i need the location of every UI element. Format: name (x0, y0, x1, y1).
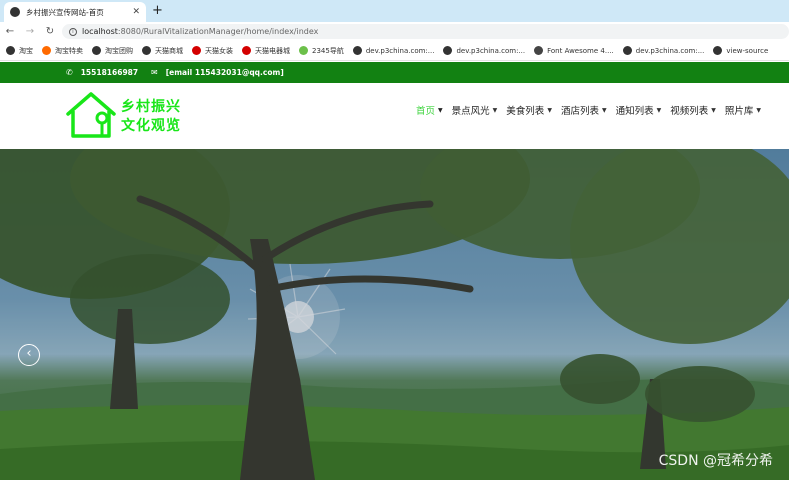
hero-banner: ‹ CSDN @冠希分希 (0, 149, 789, 480)
bookmark-favicon-icon (242, 46, 251, 55)
globe-icon (10, 7, 20, 17)
nav-item[interactable]: 通知列表 ▼ (616, 103, 662, 117)
bookmark-item[interactable]: view-source (713, 46, 768, 55)
bookmark-item[interactable]: dev.p3china.com:... (352, 46, 435, 55)
bookmark-favicon-icon (534, 46, 544, 55)
chevron-down-icon: ▼ (711, 106, 716, 114)
nav-item-label: 通知列表 (615, 106, 654, 117)
url-path: :8080/RuralVitalizationManager/home/inde… (117, 27, 319, 36)
site-header: 乡村振兴 文化观览 首页 ▼ 景点风光 ▼ 美食列表 ▼ 酒店列表 ▼ 通知列表 ▼ 视频列表 ▼ 照片… (0, 83, 789, 149)
bookmark-item[interactable]: 天猫商城 (142, 46, 183, 56)
bookmark-favicon-icon (443, 46, 453, 55)
back-arrow-icon[interactable]: ← (0, 26, 20, 37)
info-icon[interactable]: i (69, 27, 77, 36)
tab-title: 乡村振兴宣传网站-首页 (26, 7, 104, 17)
nav-item-label: 美食列表 (506, 106, 545, 117)
chevron-down-icon: ▼ (547, 106, 552, 114)
bookmark-favicon-icon (713, 46, 723, 55)
bookmark-favicon-icon (352, 46, 362, 55)
bookmark-item[interactable]: dev.p3china.com:... (443, 46, 525, 55)
chevron-down-icon: ▼ (438, 106, 443, 114)
bookmark-label: dev.p3china.com:... (456, 46, 526, 55)
email-contact: ✉ [email 115432031@qq.com] (151, 62, 284, 83)
bookmark-favicon-icon (299, 46, 308, 55)
chevron-down-icon: ▼ (656, 106, 662, 114)
logo-line-1: 乡村振兴 (121, 99, 181, 115)
bookmark-label: 淘宝团购 (105, 46, 133, 55)
nav-item[interactable]: 视频列表 ▼ (670, 103, 716, 117)
bookmark-favicon-icon (192, 46, 201, 55)
chevron-down-icon: ▼ (601, 106, 607, 114)
new-tab-button[interactable]: + (152, 3, 163, 19)
phone-number: 15518166987 (80, 68, 139, 77)
chevron-down-icon: ▼ (492, 106, 498, 114)
bookmark-item[interactable]: 天猫女装 (192, 46, 233, 56)
forward-arrow-icon[interactable]: → (20, 26, 40, 37)
envelope-icon: ✉ (151, 68, 158, 77)
bookmark-label: dev.p3china.com:... (635, 46, 705, 55)
nav-item[interactable]: 首页 ▼ (416, 103, 443, 117)
bookmark-label: view-source (726, 46, 769, 55)
url-host: localhost (82, 27, 118, 36)
close-icon[interactable]: ✕ (132, 7, 140, 17)
bookmark-label: 2345导航 (312, 46, 344, 55)
bookmark-favicon-icon (142, 46, 151, 55)
bookmarks-bar: 淘宝 淘宝特卖 淘宝团购 天猫商城 天猫女装 天猫电器城 2345导航 dev.p3china… (0, 41, 789, 61)
bookmark-item[interactable]: 天猫电器城 (242, 46, 290, 56)
bookmark-label: dev.p3china.com:... (365, 46, 435, 55)
browser-tab[interactable]: 乡村振兴宣传网站-首页 ✕ (4, 2, 146, 22)
nav-item[interactable]: 照片库 ▼ (725, 103, 761, 117)
nav-item-label: 视频列表 (670, 106, 709, 117)
url-field[interactable]: i localhost:8080/RuralVitalizationManage… (62, 24, 789, 39)
nav-item[interactable]: 景点风光 ▼ (452, 103, 498, 117)
chevron-down-icon: ▼ (756, 106, 761, 114)
browser-tab-strip: 乡村振兴宣传网站-首页 ✕ + (0, 0, 789, 22)
bookmark-label: 天猫女装 (205, 46, 233, 55)
bookmark-favicon-icon (42, 46, 51, 55)
bookmark-item[interactable]: Font Awesome 4.... (534, 46, 614, 55)
contact-topbar: ✆ 15518166987 ✉ [email 115432031@qq.com] (0, 62, 789, 83)
bookmark-favicon-icon (622, 46, 632, 55)
bookmark-label: 淘宝 (19, 46, 33, 55)
logo-line-2: 文化观览 (121, 118, 181, 134)
phone-icon: ✆ (66, 68, 73, 77)
hero-overlay (0, 149, 789, 480)
bookmark-item[interactable]: 2345导航 (299, 46, 344, 56)
reload-icon[interactable]: ↻ (40, 26, 60, 37)
address-bar-row: ← → ↻ i localhost:8080/RuralVitalization… (0, 22, 789, 41)
phone-contact: ✆ 15518166987 (66, 62, 138, 83)
nav-item-label: 酒店列表 (560, 106, 599, 117)
nav-item-label: 照片库 (724, 106, 754, 117)
bookmark-item[interactable]: 淘宝特卖 (42, 46, 83, 56)
bookmark-item[interactable]: 淘宝 (6, 46, 33, 56)
bookmark-item[interactable]: 淘宝团购 (92, 46, 133, 56)
bookmark-label: 天猫电器城 (255, 46, 290, 55)
watermark-text: CSDN @冠希分希 (658, 453, 773, 469)
bookmark-label: Font Awesome 4.... (547, 46, 614, 55)
house-logo-icon[interactable] (64, 90, 118, 140)
nav-item-label: 景点风光 (451, 106, 490, 117)
logo-text[interactable]: 乡村振兴 文化观览 (121, 98, 181, 136)
bookmark-label: 淘宝特卖 (55, 46, 83, 55)
bookmark-favicon-icon (6, 46, 15, 55)
nav-item[interactable]: 酒店列表 ▼ (561, 103, 607, 117)
main-nav: 首页 ▼ 景点风光 ▼ 美食列表 ▼ 酒店列表 ▼ 通知列表 ▼ 视频列表 ▼ 照片库 ▼ (407, 103, 761, 117)
bookmark-item[interactable]: dev.p3china.com:... (622, 46, 705, 55)
nav-item[interactable]: 美食列表 ▼ (506, 103, 552, 117)
nav-item-label: 首页 (416, 106, 436, 117)
bookmark-favicon-icon (92, 46, 101, 55)
email-address: [email 115432031@qq.com] (165, 68, 284, 77)
bookmark-label: 天猫商城 (155, 46, 183, 55)
carousel-prev-button[interactable]: ‹ (18, 344, 40, 366)
